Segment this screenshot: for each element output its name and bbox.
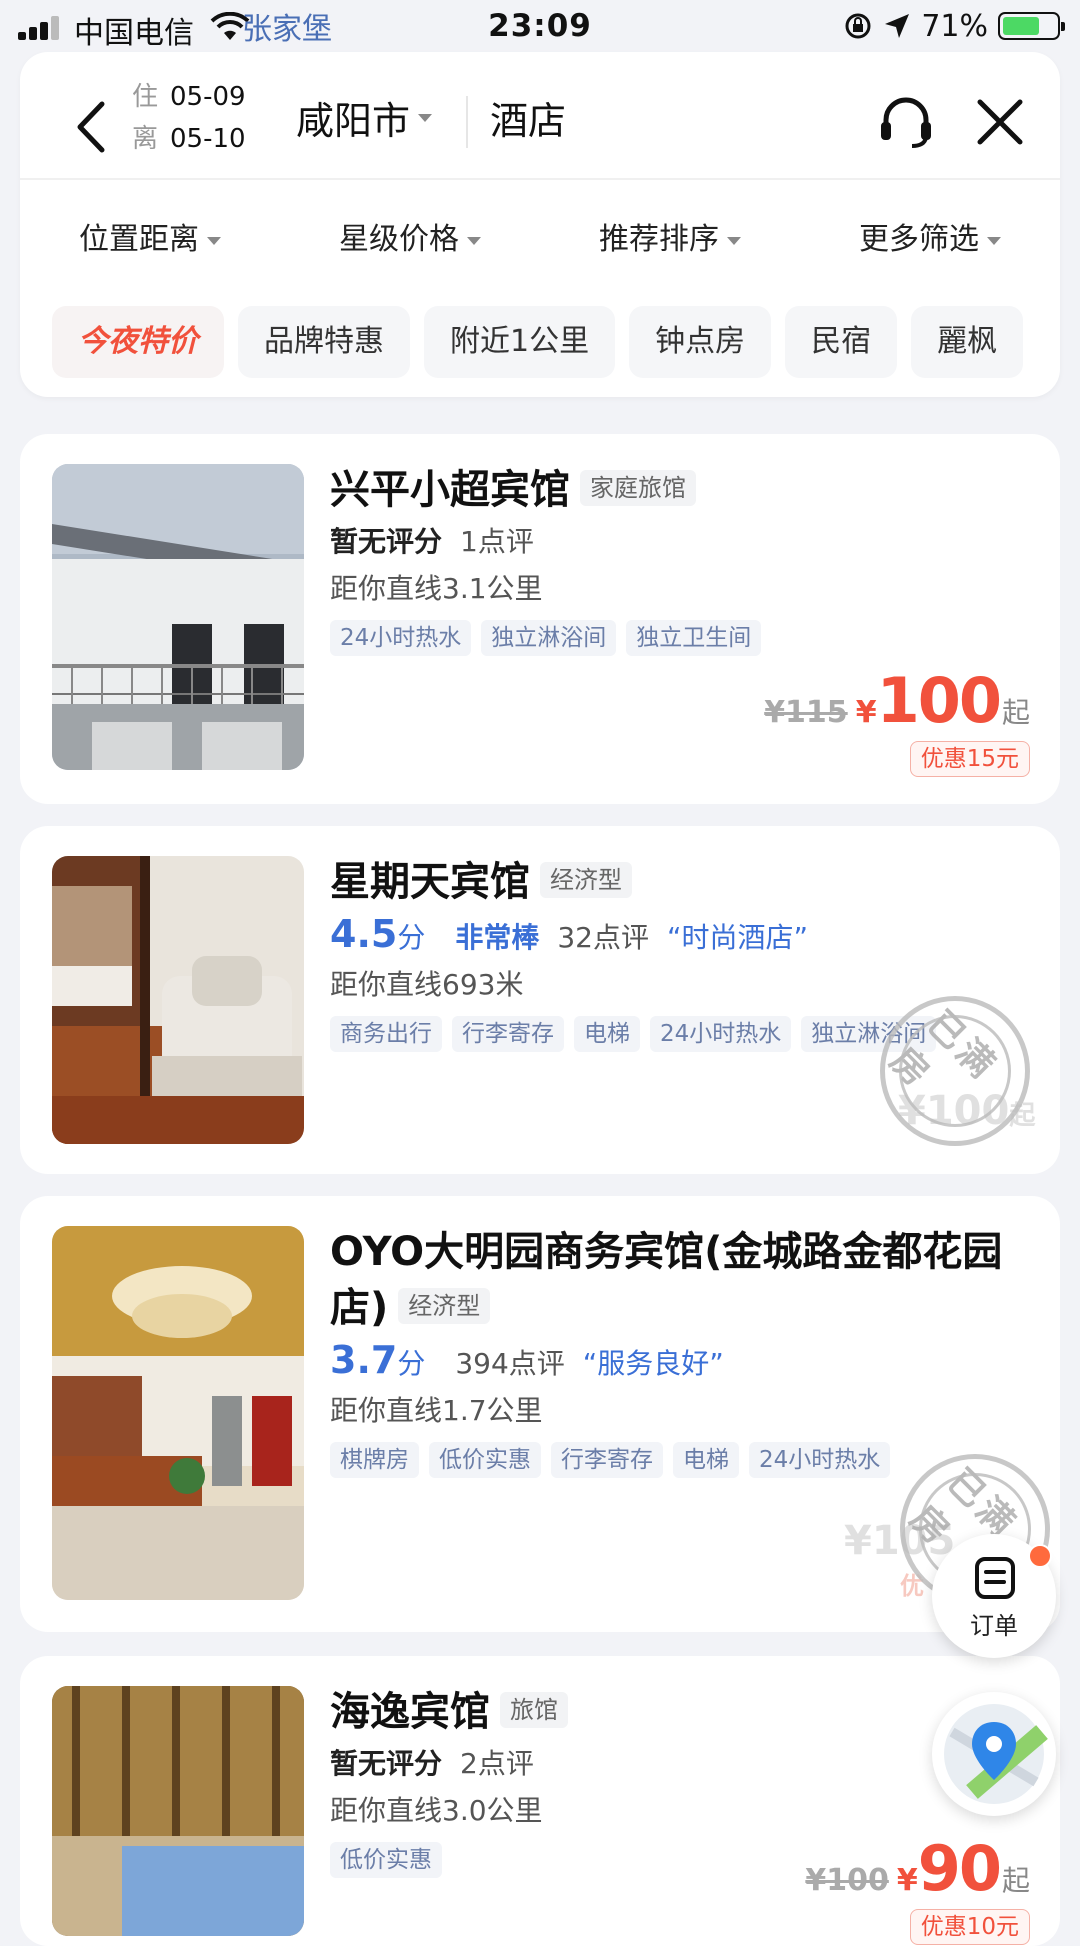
- search-header: 住 05-09 离 05-10 咸阳市 酒店 位置距离 星级价格 推荐排序 更多筛选…: [20, 52, 1060, 397]
- filter-sort[interactable]: 推荐排序: [540, 200, 800, 280]
- hotel-name: 兴平小超宾馆 家庭旅馆: [330, 462, 1030, 518]
- checkout-date: 05-10: [170, 124, 246, 154]
- filter-location[interactable]: 位置距离: [20, 200, 280, 280]
- amenity-tags: 24小时热水 独立淋浴间 独立卫生间: [330, 620, 1030, 660]
- location-arrow-icon: [885, 14, 910, 38]
- hotel-card[interactable]: 海逸宾馆 旅馆 暂无评分 2点评 距你直线3.0公里 低价实惠 ¥100 ¥90起 优…: [20, 1656, 1060, 1946]
- hotel-type-badge: 家庭旅馆: [580, 470, 696, 506]
- back-arrow-icon[interactable]: [62, 92, 122, 162]
- hotel-photo: [52, 1226, 304, 1600]
- city-selector[interactable]: 咸阳市: [296, 90, 433, 145]
- rating-row: 暂无评分 2点评: [330, 1747, 534, 1780]
- discount-badge: 优惠15元: [909, 741, 1030, 777]
- distance: 距你直线3.0公里: [330, 1794, 543, 1827]
- chip-homestay[interactable]: 民宿: [785, 306, 898, 378]
- search-keyword[interactable]: 酒店: [490, 90, 566, 145]
- hotel-card[interactable]: OYO大明园商务宾馆(金城路金都花园店) 经济型 3.7分 394点评 “服务良好” …: [20, 1196, 1060, 1632]
- rating-score: 4.5: [330, 912, 398, 956]
- sold-out-stamp: 已满房: [875, 991, 1035, 1151]
- original-price: ¥115: [764, 695, 848, 730]
- hotel-photo: [52, 464, 304, 770]
- hotel-name: 星期天宾馆 经济型: [330, 854, 1030, 910]
- quick-filter-chips: 今夜特价 品牌特惠 附近1公里 钟点房 民宿 麗枫: [52, 306, 1060, 380]
- checkin-date: 05-09: [170, 82, 246, 112]
- close-icon[interactable]: [970, 92, 1030, 152]
- hotel-name: OYO大明园商务宾馆(金城路金都花园店) 经济型: [330, 1229, 1003, 1331]
- map-button[interactable]: [932, 1692, 1056, 1816]
- price-box: ¥100 ¥90起 优惠10元: [805, 1832, 1030, 1945]
- orders-button[interactable]: 订单: [932, 1534, 1056, 1658]
- hotel-type-badge: 经济型: [540, 862, 632, 898]
- chip-nearby[interactable]: 附近1公里: [424, 306, 616, 378]
- original-price: ¥100: [805, 1863, 889, 1898]
- current-price: 90: [917, 1832, 1002, 1905]
- hotel-type-badge: 旅馆: [500, 1692, 568, 1728]
- hotel-type-badge: 经济型: [398, 1288, 491, 1324]
- chevron-down-icon: [207, 236, 221, 245]
- notification-dot: [1028, 1544, 1052, 1568]
- hotel-card[interactable]: 星期天宾馆 经济型 4.5分 非常棒 32点评 “时尚酒店” 距你直线693米 商务出行…: [20, 826, 1060, 1174]
- chip-hourly-room[interactable]: 钟点房: [629, 306, 772, 378]
- discount-badge: 优惠10元: [909, 1909, 1030, 1945]
- divider: [20, 178, 1060, 180]
- rating-score: 3.7: [330, 1338, 398, 1382]
- customer-service-icon[interactable]: [876, 92, 936, 152]
- hotel-photo: [52, 1686, 304, 1936]
- distance: 距你直线3.1公里: [330, 572, 543, 605]
- filter-star-price[interactable]: 星级价格: [280, 200, 540, 280]
- filter-more[interactable]: 更多筛选: [800, 200, 1060, 280]
- divider: [466, 96, 468, 148]
- chevron-down-icon: [418, 113, 433, 122]
- rotation-lock-icon: [845, 13, 871, 39]
- distance: 距你直线1.7公里: [330, 1394, 543, 1427]
- chevron-down-icon: [987, 236, 1001, 245]
- date-selector[interactable]: 住 05-09 离 05-10: [132, 76, 246, 160]
- status-bar: 中国电信 张家堡 23:09 71%: [0, 0, 1080, 52]
- battery-icon: [998, 12, 1065, 40]
- order-list-icon: [975, 1557, 1015, 1599]
- filter-bar: 位置距离 星级价格 推荐排序 更多筛选: [20, 200, 1060, 280]
- map-pin-icon: [944, 1704, 1048, 1804]
- rating-row: 4.5分 非常棒 32点评 “时尚酒店”: [330, 912, 809, 956]
- rating-row: 暂无评分 1点评: [330, 525, 534, 558]
- rating-row: 3.7分 394点评 “服务良好”: [330, 1338, 724, 1382]
- chip-tonight-deal[interactable]: 今夜特价: [52, 306, 224, 378]
- current-price: 100: [876, 664, 1002, 737]
- chip-brand-lifeng[interactable]: 麗枫: [911, 306, 1024, 378]
- hotel-card[interactable]: 兴平小超宾馆 家庭旅馆 暂无评分 1点评 距你直线3.1公里 24小时热水 独立淋浴间…: [20, 434, 1060, 804]
- chip-brand-deal[interactable]: 品牌特惠: [238, 306, 410, 378]
- chevron-down-icon: [467, 236, 481, 245]
- hotel-name: 海逸宾馆 旅馆: [330, 1684, 1030, 1740]
- battery-percent: 71%: [921, 8, 988, 44]
- chevron-down-icon: [727, 236, 741, 245]
- price-box: ¥115 ¥100起 优惠15元: [764, 664, 1030, 777]
- hotel-photo: [52, 856, 304, 1144]
